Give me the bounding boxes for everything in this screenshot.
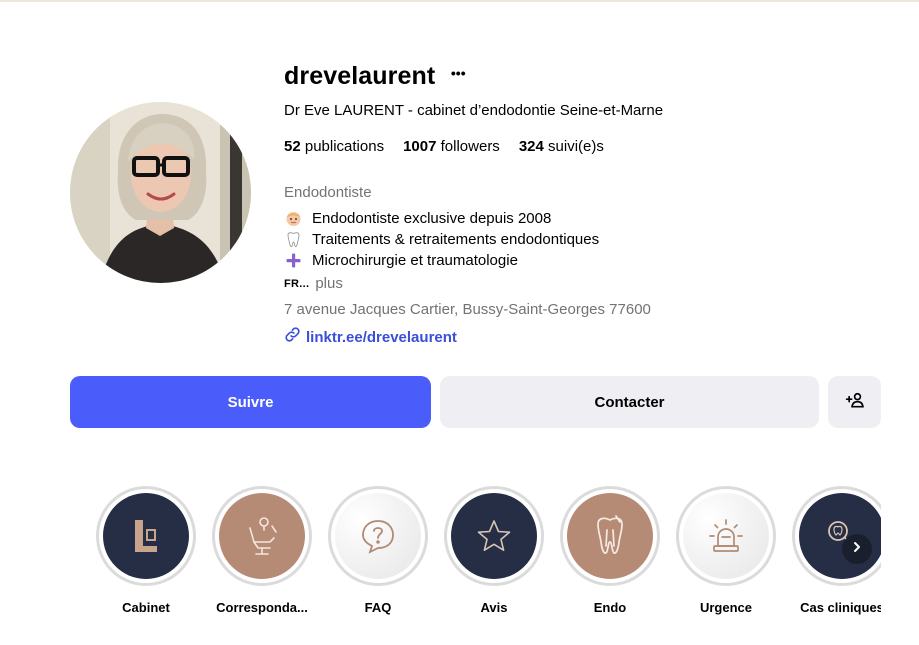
stat-following[interactable]: 324 suivi(e)s <box>519 138 604 155</box>
highlight-label: Cas cliniques <box>800 600 881 615</box>
siren-icon <box>683 493 769 579</box>
add-user-icon <box>845 390 865 414</box>
username-row: drevelaurent ••• <box>284 58 884 94</box>
full-name: Dr Eve LAURENT - cabinet d’endodontie Se… <box>284 102 664 119</box>
bio-text: Microchirurgie et traumatologie <box>312 252 518 269</box>
link-text: linktr.ee/drevelaurent <box>306 328 457 346</box>
profile-stats: 52 publications 1007 followers 324 suivi… <box>284 138 623 155</box>
profile-address: 7 avenue Jacques Cartier, Bussy-Saint-Ge… <box>284 301 651 318</box>
star-icon <box>451 493 537 579</box>
purple-plus-emoji-icon <box>284 251 303 270</box>
stat-publications[interactable]: 52 publications <box>284 138 384 155</box>
highlight-ring <box>560 486 660 586</box>
highlight-ring <box>444 486 544 586</box>
bio-line: Traitements & retraitements endodontique… <box>284 229 599 250</box>
follow-button[interactable]: Suivre <box>70 376 431 428</box>
link-icon <box>284 326 301 348</box>
highlight-label: Cabinet <box>122 600 170 615</box>
bio-more-link[interactable]: plus <box>315 275 343 292</box>
highlights-next-button[interactable] <box>842 534 872 564</box>
highlight-label: Avis <box>480 600 508 615</box>
bio-line: Endodontiste exclusive depuis 2008 <box>284 208 599 229</box>
bio-text: Endodontiste exclusive depuis 2008 <box>312 210 552 227</box>
highlight-label: Urgence <box>699 600 753 615</box>
question-bubble-icon <box>335 493 421 579</box>
username: drevelaurent <box>284 61 436 90</box>
profile-info: drevelaurent ••• Dr Eve LAURENT - cabine… <box>284 58 884 346</box>
profile-avatar[interactable] <box>70 102 251 283</box>
highlight-avis[interactable]: Avis <box>436 486 552 615</box>
highlight-label: Endo <box>593 600 627 615</box>
highlight-faq[interactable]: FAQ <box>320 486 436 615</box>
story-highlights: Cabinet Corresponda... FAQ Avis Endo Urg… <box>88 486 881 626</box>
highlight-urgence[interactable]: Urgence <box>668 486 784 615</box>
chevron-right-icon <box>851 540 863 558</box>
bio-text: Traitements & retraitements endodontique… <box>312 231 600 248</box>
baby-face-emoji-icon <box>284 209 303 228</box>
bio-more: FR... plus <box>284 275 343 292</box>
dental-chair-icon <box>219 493 305 579</box>
more-horizontal-icon[interactable]: ••• <box>449 66 467 85</box>
top-border <box>0 0 919 2</box>
tooth-emoji-icon <box>284 230 303 249</box>
logo-l-icon <box>103 493 189 579</box>
avatar-photo <box>70 102 251 283</box>
highlight-ring <box>676 486 776 586</box>
bio-language-tag: FR... <box>284 277 310 290</box>
add-user-button[interactable] <box>828 376 881 428</box>
highlight-cabinet[interactable]: Cabinet <box>88 486 204 615</box>
highlight-ring <box>212 486 312 586</box>
highlight-ring <box>792 486 881 586</box>
stat-followers[interactable]: 1007 followers <box>403 138 500 155</box>
highlight-correspondants[interactable]: Corresponda... <box>204 486 320 615</box>
profile-link[interactable]: linktr.ee/drevelaurent <box>284 326 457 348</box>
magnifier-tooth-icon <box>799 493 881 579</box>
profile-category: Endodontiste <box>284 184 372 201</box>
bio-line: Microchirurgie et traumatologie <box>284 250 599 271</box>
highlight-label: FAQ <box>364 600 392 615</box>
contact-button[interactable]: Contacter <box>440 376 819 428</box>
highlight-ring <box>328 486 428 586</box>
tooth-icon <box>567 493 653 579</box>
profile-bio: Endodontiste exclusive depuis 2008 Trait… <box>284 208 599 271</box>
highlight-ring <box>96 486 196 586</box>
highlight-label: Corresponda... <box>216 600 308 615</box>
highlight-endo[interactable]: Endo <box>552 486 668 615</box>
